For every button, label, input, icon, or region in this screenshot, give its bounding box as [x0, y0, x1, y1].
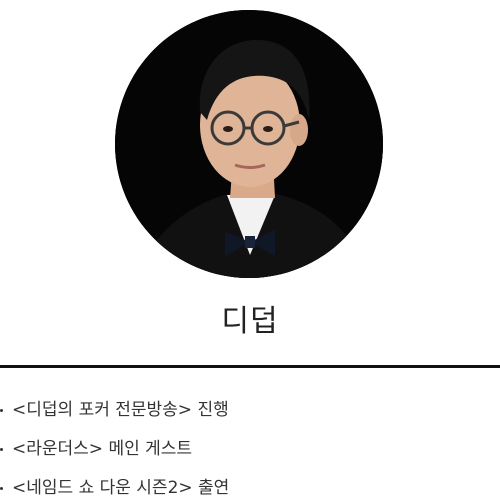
bullet-icon [0, 487, 3, 490]
avatar [115, 10, 383, 278]
bullet-icon [0, 409, 3, 412]
list-item: <디덥의 포커 전문방송> 진행 [0, 392, 500, 431]
list-item: <네임드 쇼 다운 시즌2> 출연 [0, 470, 500, 500]
divider [0, 365, 500, 368]
profile-card: 디덥 <디덥의 포커 전문방송> 진행 <라운더스> 메인 게스트 <네임드 쇼… [0, 0, 500, 500]
list-item: <라운더스> 메인 게스트 [0, 431, 500, 470]
credits-list: <디덥의 포커 전문방송> 진행 <라운더스> 메인 게스트 <네임드 쇼 다운… [0, 392, 500, 500]
credit-text: <디덥의 포커 전문방송> 진행 [12, 400, 229, 420]
portrait-photo-icon [115, 10, 383, 278]
credit-text: <라운더스> 메인 게스트 [12, 439, 193, 459]
credit-text: <네임드 쇼 다운 시즌2> 출연 [12, 478, 230, 498]
profile-name: 디덥 [221, 304, 279, 339]
bullet-icon [0, 448, 3, 451]
